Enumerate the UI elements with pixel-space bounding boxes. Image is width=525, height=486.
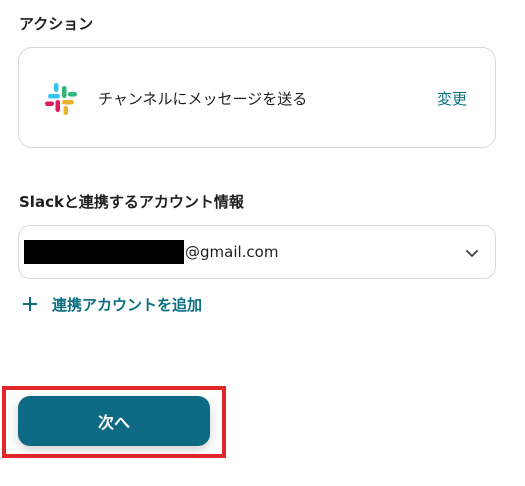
next-button-label: 次へ — [97, 413, 130, 432]
slack-logo-icon — [45, 83, 77, 115]
account-select[interactable]: @gmail.com — [18, 225, 496, 279]
change-action-link[interactable]: 変更 — [437, 88, 467, 109]
plus-icon — [23, 297, 37, 311]
action-card: チャンネルにメッセージを送る 変更 — [18, 47, 496, 148]
next-button[interactable]: 次へ — [18, 396, 210, 446]
chevron-down-icon — [466, 250, 478, 257]
redacted-account-name — [24, 240, 184, 264]
account-section-label: Slackと連携するアカウント情報 — [19, 193, 244, 211]
add-account-label: 連携アカウントを追加 — [52, 295, 203, 314]
account-email-suffix: @gmail.com — [185, 243, 279, 261]
add-account-link[interactable]: 連携アカウントを追加 — [22, 293, 202, 315]
action-name: チャンネルにメッセージを送る — [98, 90, 308, 108]
action-section-label: アクション — [19, 15, 94, 33]
